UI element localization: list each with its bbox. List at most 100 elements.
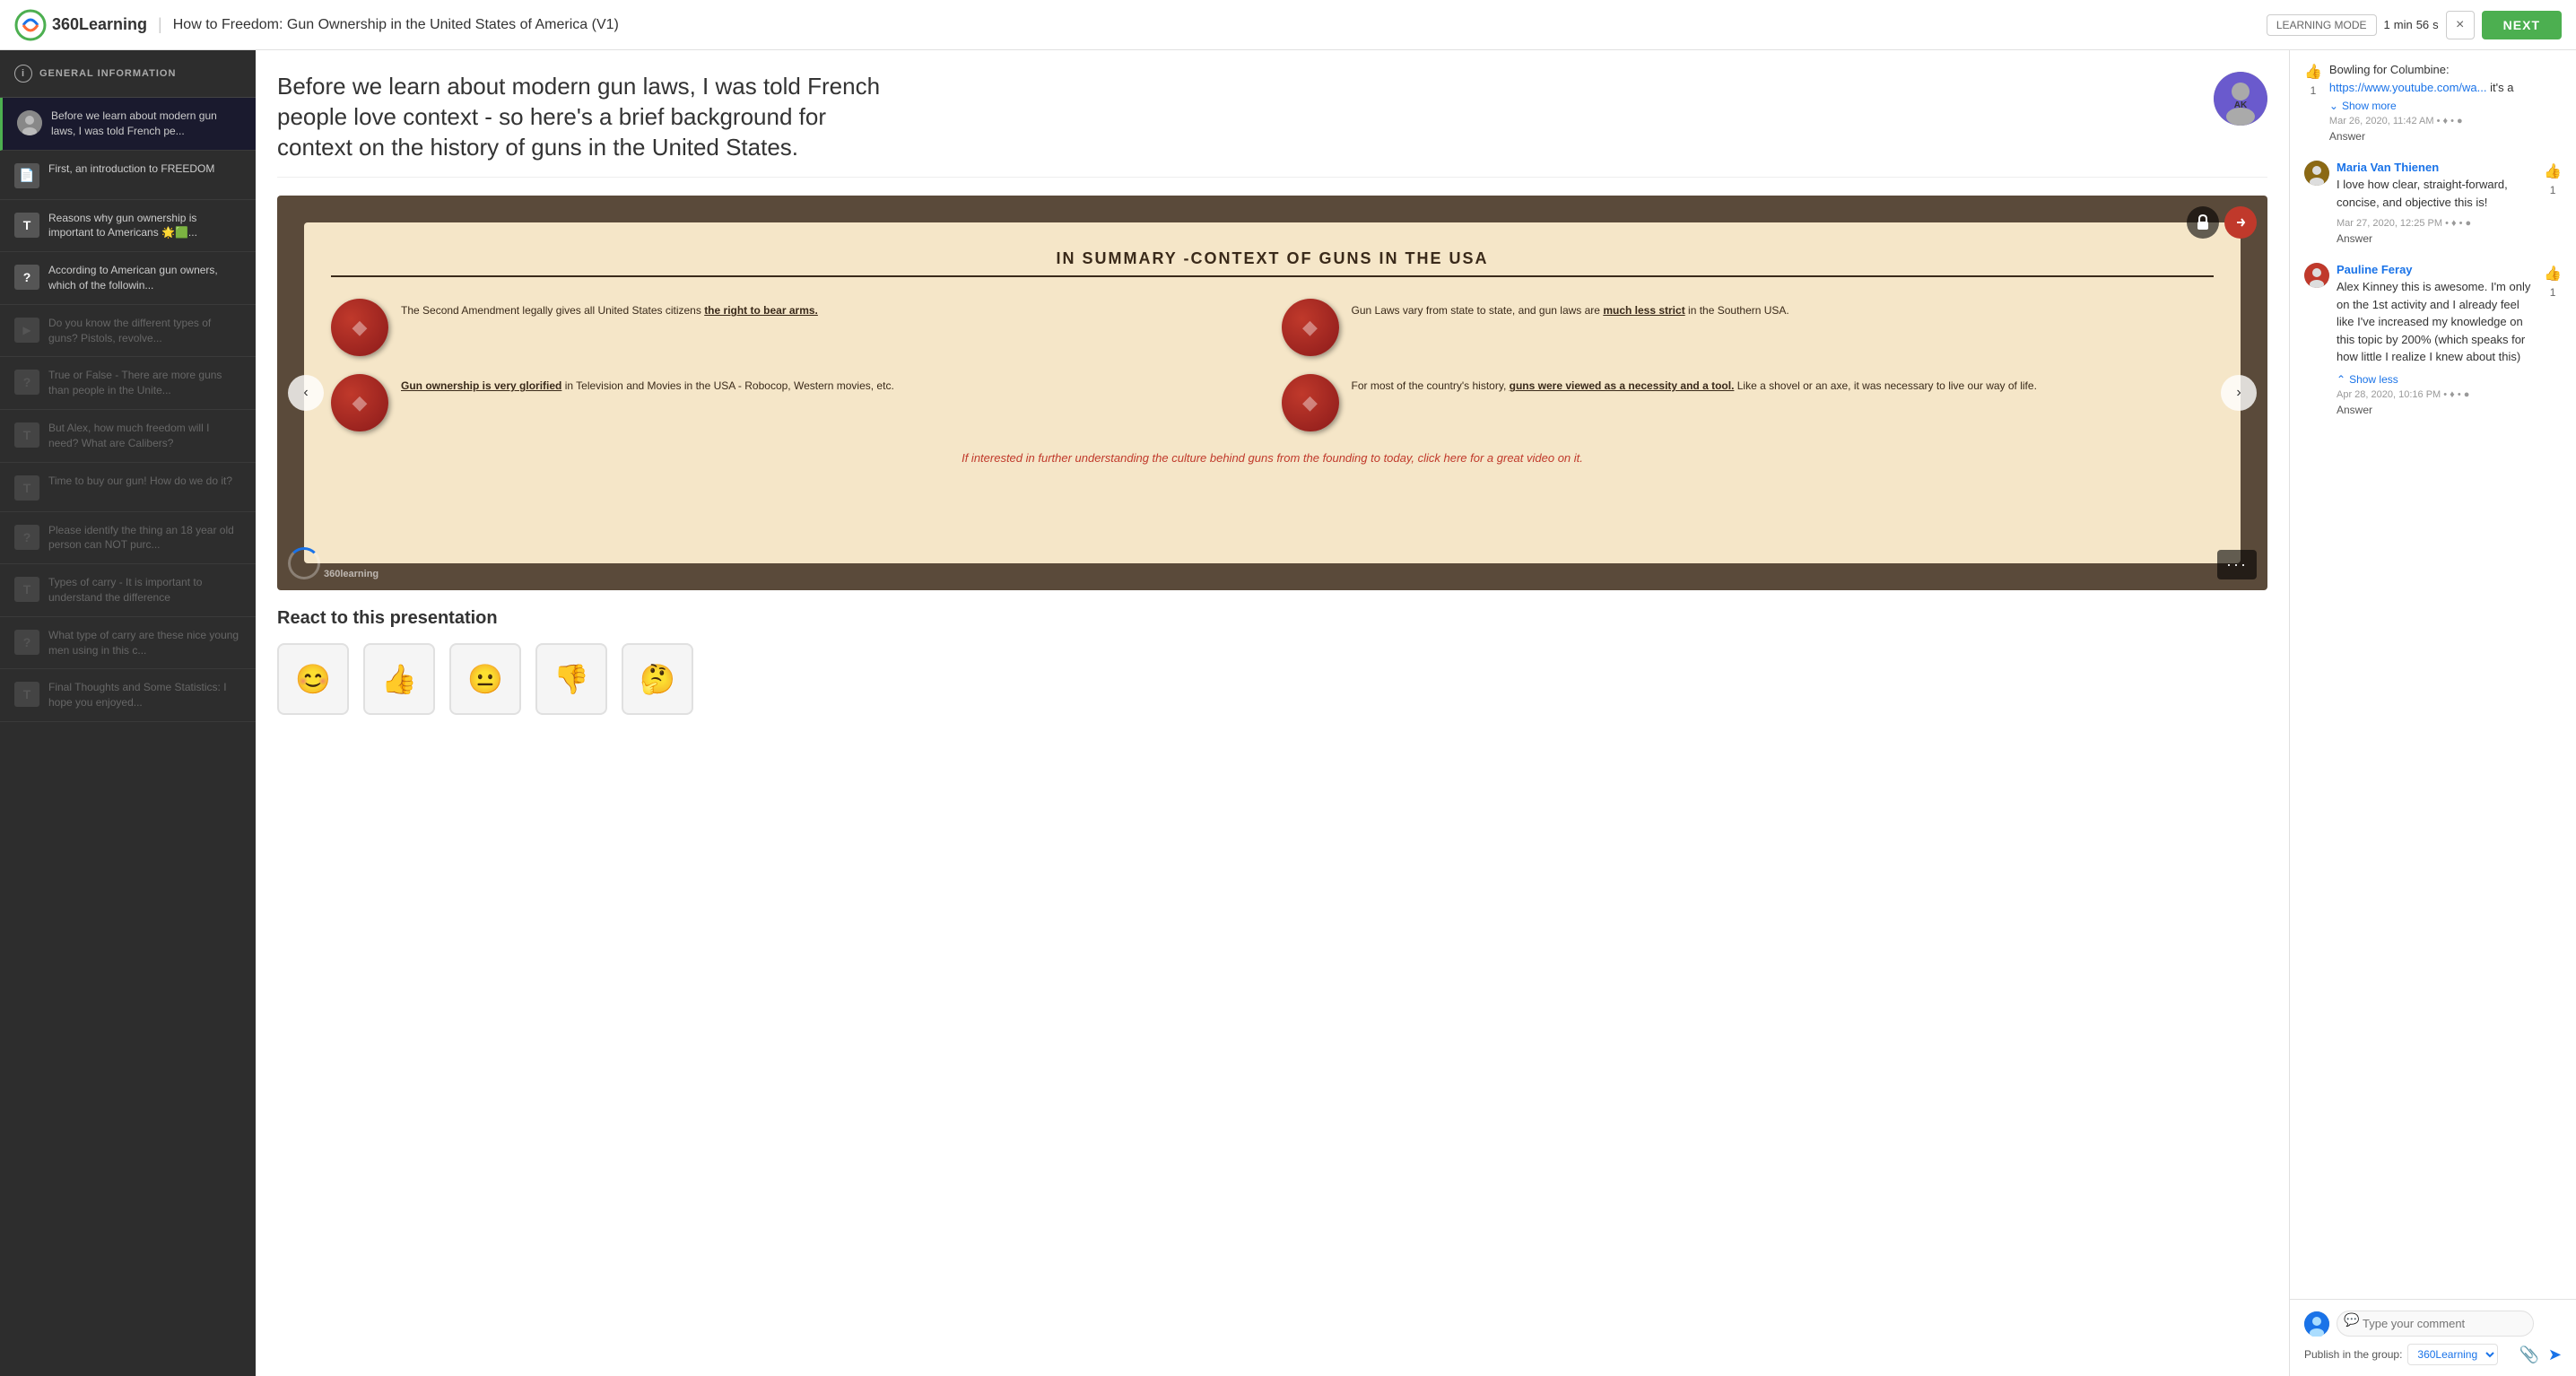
react-emoji-3[interactable]: 😐: [449, 643, 521, 715]
sidebar-item-6[interactable]: ? True or False - There are more guns th…: [0, 357, 256, 410]
avatar-maria: [2304, 161, 2329, 186]
sidebar-item-1[interactable]: Before we learn about modern gun laws, I…: [0, 98, 256, 151]
comment-bowling: 👍 1 Bowling for Columbine: https://www.y…: [2304, 61, 2562, 143]
sidebar-item-3[interactable]: T Reasons why gun ownership is important…: [0, 200, 256, 253]
sidebar-item-7[interactable]: T But Alex, how much freedom will I need…: [0, 410, 256, 463]
comment-action-maria[interactable]: Answer: [2304, 232, 2562, 245]
info-icon: i: [14, 65, 32, 83]
lock-icon: [2195, 214, 2211, 231]
avatar-icon: [17, 110, 42, 135]
main-layout: i GENERAL INFORMATION Before we learn ab…: [0, 50, 2576, 1376]
timer-sec: 56: [2416, 18, 2429, 31]
current-user-avatar: [2304, 1311, 2329, 1337]
comment-header-maria: Maria Van Thienen: [2337, 161, 2537, 174]
comment-input-row: 💬: [2304, 1311, 2562, 1337]
learning-mode-label: LEARNING MODE: [2276, 19, 2367, 31]
sidebar-item-icon-12: T: [14, 682, 39, 707]
like-button-bowling[interactable]: 👍: [2304, 63, 2322, 81]
chevron-down-icon: ⌄: [2329, 100, 2338, 112]
sidebar-item-text-4: According to American gun owners, which …: [48, 263, 241, 293]
svg-text:AK: AK: [2234, 100, 2248, 110]
react-emoji-4[interactable]: 👎: [535, 643, 607, 715]
sidebar-item-text-7: But Alex, how much freedom will I need? …: [48, 421, 241, 451]
sidebar-item-text-8: Time to buy our gun! How do we do it?: [48, 474, 232, 489]
topbar: 360Learning | How to Freedom: Gun Owners…: [0, 0, 2576, 50]
comment-link-bowling[interactable]: https://www.youtube.com/wa...: [2329, 81, 2487, 94]
sidebar-item-12[interactable]: T Final Thoughts and Some Statistics: I …: [0, 669, 256, 722]
sidebar-item-text-10: Types of carry - It is important to unde…: [48, 575, 241, 605]
slide-grid: The Second Amendment legally gives all U…: [331, 299, 2214, 431]
logo: 360Learning: [14, 9, 147, 41]
react-emoji-1[interactable]: 😊: [277, 643, 349, 715]
wax-seal-4: [1282, 374, 1339, 431]
slide-cell-2: Gun Laws vary from state to state, and g…: [1282, 299, 2215, 356]
sidebar-item-text-9: Please identify the thing an 18 year old…: [48, 523, 241, 553]
loading-overlay: [288, 547, 320, 579]
comment-action-bowling[interactable]: Answer: [2329, 130, 2562, 143]
publish-select[interactable]: 360Learning: [2407, 1344, 2498, 1365]
react-emoji-2[interactable]: 👍: [363, 643, 435, 715]
three-dots-button[interactable]: ···: [2217, 550, 2257, 579]
topbar-title: How to Freedom: Gun Ownership in the Uni…: [173, 17, 619, 33]
comment-pauline: Pauline Feray Alex Kinney this is awesom…: [2304, 263, 2562, 416]
wax-seal-2: [1282, 299, 1339, 356]
next-button[interactable]: NEXT: [2482, 11, 2562, 39]
slide-cell-1: The Second Amendment legally gives all U…: [331, 299, 1264, 356]
input-actions: 📎 ➤: [2519, 1346, 2562, 1364]
show-more-toggle[interactable]: ⌄ Show more: [2329, 100, 2562, 112]
wax-seal-1: [331, 299, 388, 356]
sidebar-item-2[interactable]: 📄 First, an introduction to FREEDOM: [0, 151, 256, 200]
sidebar-item-9[interactable]: ? Please identify the thing an 18 year o…: [0, 512, 256, 565]
logo-icon: [14, 9, 47, 41]
slide-cell-4: For most of the country's history, guns …: [1282, 374, 2215, 431]
show-less-toggle[interactable]: ⌃ Show less: [2337, 373, 2562, 386]
slide-bottom-icons: ···: [2217, 550, 2257, 579]
topbar-right: LEARNING MODE 1 min 56 s × NEXT: [2267, 11, 2562, 39]
sidebar-item-text-2: First, an introduction to FREEDOM: [48, 161, 214, 177]
avatar-img-maria: [2304, 161, 2329, 186]
slide-container: ‹ › IN SUMMARY -CON: [277, 196, 2267, 590]
comment-action-pauline[interactable]: Answer: [2304, 404, 2562, 416]
slide-inner-title: IN SUMMARY -CONTEXT OF GUNS IN THE USA: [331, 249, 2214, 277]
comment-input[interactable]: [2337, 1311, 2534, 1337]
sidebar-item-icon-9: ?: [14, 525, 39, 550]
chevron-up-icon: ⌃: [2337, 373, 2345, 386]
react-emoji-5[interactable]: 🤔: [622, 643, 693, 715]
send-button[interactable]: ➤: [2548, 1346, 2562, 1364]
sidebar-item-4[interactable]: ? According to American gun owners, whic…: [0, 252, 256, 305]
like-count-maria: 1: [2550, 184, 2556, 196]
sidebar-item-icon-8: T: [14, 475, 39, 501]
comments-area: 👍 1 Bowling for Columbine: https://www.y…: [2290, 50, 2576, 1299]
sidebar: i GENERAL INFORMATION Before we learn ab…: [0, 50, 256, 1376]
sidebar-item-10[interactable]: T Types of carry - It is important to un…: [0, 564, 256, 617]
comment-author-maria: Maria Van Thienen: [2337, 161, 2439, 174]
slide-content-wrapper: IN SUMMARY -CONTEXT OF GUNS IN THE USA T…: [277, 196, 2267, 590]
timer-min: 1: [2384, 18, 2390, 31]
slide-italic-text: If interested in further understanding t…: [331, 449, 2214, 468]
slide-top-icons: [2187, 206, 2257, 239]
slide-next-button[interactable]: ›: [2221, 375, 2257, 411]
sidebar-item-8[interactable]: T Time to buy our gun! How do we do it?: [0, 463, 256, 512]
comment-meta-bowling: Mar 26, 2020, 11:42 AM • ♦ • ●: [2329, 116, 2562, 126]
show-less-label: Show less: [2349, 373, 2398, 386]
like-button-pauline[interactable]: 👍: [2544, 265, 2562, 283]
avatar-pauline: [2304, 263, 2329, 288]
sidebar-item-icon-4: ?: [14, 265, 39, 290]
slide-inner: IN SUMMARY -CONTEXT OF GUNS IN THE USA T…: [304, 222, 2241, 563]
content-area: Before we learn about modern gun laws, I…: [256, 50, 2289, 1376]
attach-button[interactable]: 📎: [2519, 1346, 2538, 1364]
slide-next-arrow-icon[interactable]: [2224, 206, 2257, 239]
slide-cell-text-3: Gun ownership is very glorified in Telev…: [401, 374, 894, 394]
sidebar-item-11[interactable]: ? What type of carry are these nice youn…: [0, 617, 256, 670]
like-count-pauline: 1: [2550, 286, 2556, 299]
react-section: React to this presentation 😊 👍 😐 👎 🤔: [277, 608, 2267, 715]
instructor-avatar-img: AK: [2214, 72, 2267, 126]
slide-prev-button[interactable]: ‹: [288, 375, 324, 411]
instructor-avatar: AK: [2214, 72, 2267, 126]
sidebar-item-icon-1: [17, 110, 42, 135]
sidebar-item-5[interactable]: ▶ Do you know the different types of gun…: [0, 305, 256, 358]
like-button-maria[interactable]: 👍: [2544, 162, 2562, 180]
close-button[interactable]: ×: [2446, 11, 2475, 39]
slide-lock-icon[interactable]: [2187, 206, 2219, 239]
sidebar-header: i GENERAL INFORMATION: [0, 50, 256, 98]
